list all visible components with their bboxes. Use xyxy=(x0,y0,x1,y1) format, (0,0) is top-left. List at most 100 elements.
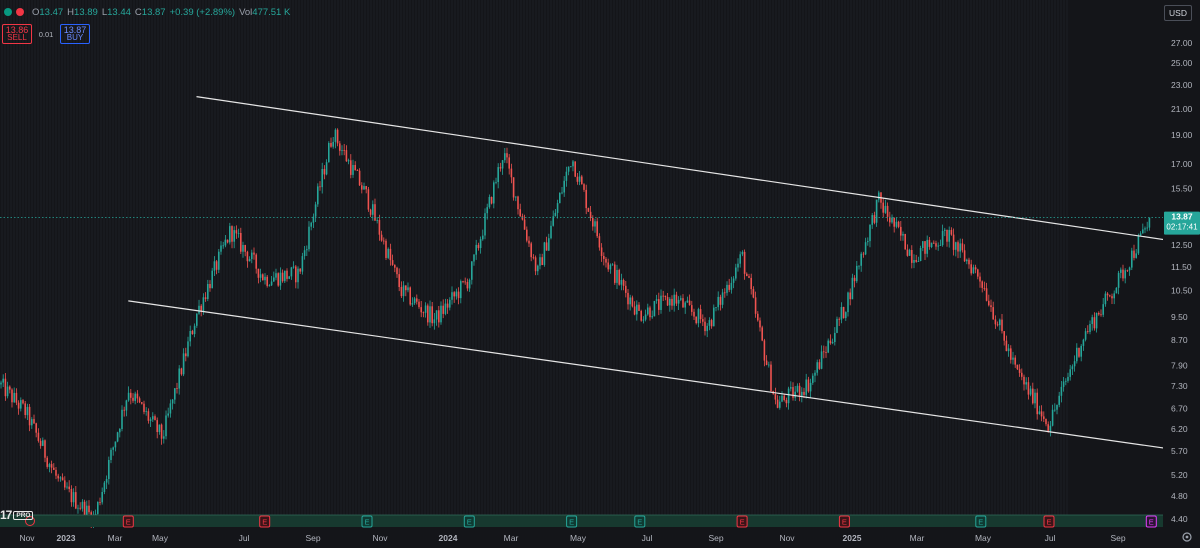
earnings-marker[interactable]: E xyxy=(838,515,850,528)
y-tick-label: 15.50 xyxy=(1171,184,1193,194)
bar-countdown: 02:17:41 xyxy=(1166,223,1198,232)
candle xyxy=(836,316,838,334)
buy-button[interactable]: 13.87 BUY xyxy=(60,24,90,44)
candle xyxy=(1115,287,1118,294)
volume-value: 477.51 K xyxy=(252,6,291,18)
y-tick-label: 12.50 xyxy=(1171,240,1193,250)
y-tick-label: 11.50 xyxy=(1171,262,1192,272)
y-tick-label: 7.90 xyxy=(1171,360,1188,370)
candle xyxy=(770,361,772,392)
high-label: H xyxy=(67,6,75,18)
candle xyxy=(367,187,370,212)
y-tick-label: 25.00 xyxy=(1171,58,1193,68)
candle xyxy=(196,313,198,328)
candle xyxy=(266,275,268,288)
y-tick-label: 5.20 xyxy=(1171,470,1188,480)
earnings-marker[interactable]: E xyxy=(122,515,134,528)
candle xyxy=(543,241,546,267)
y-tick-label: 6.70 xyxy=(1171,404,1188,414)
candle xyxy=(587,207,590,212)
candle xyxy=(328,141,330,163)
market-status-dot-icon xyxy=(4,8,12,16)
candle xyxy=(1137,233,1140,255)
x-tick-label: 2024 xyxy=(439,533,458,543)
low-value: 13.44 xyxy=(107,6,131,18)
candle xyxy=(211,267,213,289)
x-tick-label: Jul xyxy=(239,533,250,543)
earnings-marker[interactable]: E xyxy=(259,515,271,528)
y-tick-label: 23.00 xyxy=(1171,80,1193,90)
trade-panel: 13.86 SELL 0.01 13.87 BUY xyxy=(0,24,90,44)
x-tick-label: Jul xyxy=(642,533,653,543)
earnings-marker[interactable]: E xyxy=(463,515,475,528)
y-tick-label: 5.70 xyxy=(1171,446,1188,456)
volume-label: Vol xyxy=(239,6,253,18)
candle xyxy=(229,222,231,245)
candle xyxy=(653,300,656,317)
candle xyxy=(1131,247,1133,270)
x-tick-label: Jul xyxy=(1045,533,1056,543)
candle xyxy=(761,325,763,342)
y-tick-label: 19.00 xyxy=(1171,130,1193,140)
x-tick-label: May xyxy=(570,533,587,543)
earnings-marker[interactable]: E xyxy=(975,515,987,528)
x-tick-label: 2025 xyxy=(843,533,862,543)
x-tick-label: Sep xyxy=(708,533,723,543)
open-value: 13.47 xyxy=(39,6,64,18)
earnings-marker-label: E xyxy=(569,518,574,527)
close-value: 13.87 xyxy=(141,6,166,18)
candle xyxy=(317,183,319,207)
open-label: O xyxy=(32,6,40,18)
sell-button[interactable]: 13.86 SELL xyxy=(2,24,32,44)
y-tick-label: 9.50 xyxy=(1171,312,1188,322)
y-tick-label: 10.50 xyxy=(1171,286,1193,296)
candle xyxy=(919,245,922,262)
earnings-marker-label: E xyxy=(126,518,131,527)
earnings-marker[interactable]: E xyxy=(566,515,578,528)
candle xyxy=(574,161,576,178)
ohlc-header: O 13.47 H 13.89 L 13.44 C 13.87 +0.39 (+2.89… xyxy=(4,5,294,19)
candle xyxy=(842,306,845,319)
candle xyxy=(358,168,361,186)
candle xyxy=(827,338,829,354)
x-tick-label: 2023 xyxy=(57,533,76,543)
candle xyxy=(218,249,220,273)
x-tick-label: May xyxy=(152,533,169,543)
currency-selector[interactable]: USD xyxy=(1164,5,1192,21)
spread-value: 0.01 xyxy=(38,29,54,39)
last-price-label: 13.87 02:17:41 xyxy=(1164,211,1200,235)
logo-mark: 17 xyxy=(0,508,12,522)
candle xyxy=(904,233,906,250)
y-tick-label: 7.30 xyxy=(1171,381,1188,391)
x-tick-label: Nov xyxy=(779,533,795,543)
earnings-marker[interactable]: E xyxy=(1145,515,1157,528)
earnings-marker[interactable]: E xyxy=(736,515,748,528)
candle xyxy=(614,261,616,285)
tradingview-logo[interactable]: 17 PRO xyxy=(0,508,34,522)
candle xyxy=(1016,364,1019,370)
x-tick-label: Nov xyxy=(372,533,388,543)
earnings-marker-label: E xyxy=(637,518,642,527)
earnings-marker[interactable]: E xyxy=(1043,515,1055,528)
earnings-marker-label: E xyxy=(1149,518,1154,527)
alert-dot-icon[interactable] xyxy=(16,8,24,16)
y-tick-label: 21.00 xyxy=(1171,104,1193,114)
earnings-marker[interactable]: E xyxy=(361,515,373,528)
candle xyxy=(427,303,429,326)
earnings-marker-label: E xyxy=(740,518,745,527)
earnings-marker[interactable]: E xyxy=(634,515,646,528)
x-tick-label: Mar xyxy=(108,533,123,543)
earnings-marker-label: E xyxy=(364,518,369,527)
candle xyxy=(385,238,387,260)
candle xyxy=(490,196,493,205)
y-tick-label: 4.80 xyxy=(1171,491,1188,501)
candle xyxy=(640,309,642,322)
candle xyxy=(277,272,279,287)
x-tick-label: Mar xyxy=(910,533,925,543)
candle xyxy=(1078,347,1080,358)
y-tick-label: 6.20 xyxy=(1171,424,1188,434)
earnings-marker-label: E xyxy=(978,518,983,527)
price-chart[interactable]: 27.0025.0023.0021.0019.0017.0015.5014.00… xyxy=(0,0,1200,548)
high-value: 13.89 xyxy=(74,6,98,18)
x-tick-label: Sep xyxy=(305,533,320,543)
